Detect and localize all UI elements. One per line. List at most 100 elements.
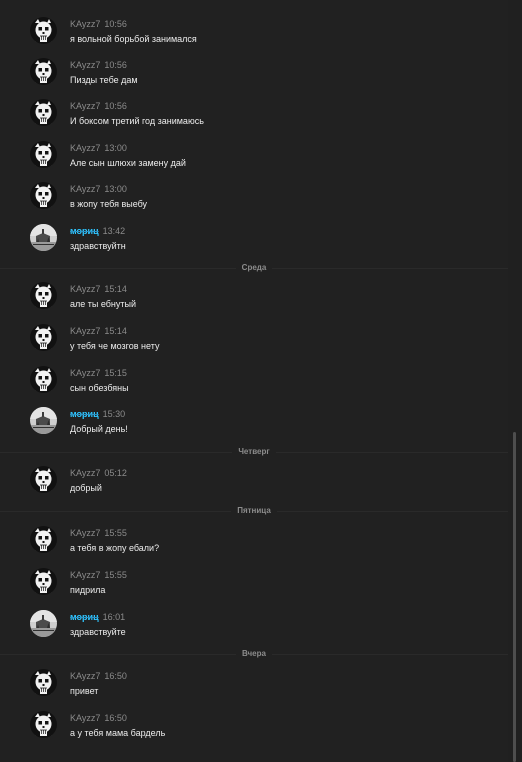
message-time: 13:00	[104, 184, 127, 194]
message-time: 15:15	[104, 368, 127, 378]
skull-avatar-icon[interactable]	[30, 324, 57, 351]
skull-avatar-icon[interactable]	[30, 141, 57, 168]
date-divider-label: Пятница	[0, 505, 508, 517]
message-meta: KAyzz7 15:14	[70, 324, 127, 336]
previous-message-cut-off	[0, 0, 508, 7]
message-text: я вольной борьбой занимался	[70, 34, 197, 44]
message-author[interactable]: KAyzz7	[70, 570, 100, 580]
message-time: 10:56	[104, 101, 127, 111]
message-text: здравствуйтн	[70, 241, 126, 251]
message-text: Добрый день!	[70, 424, 128, 434]
message-meta: KAyzz7 05:12	[70, 466, 127, 478]
message-text: здравствуйте	[70, 627, 126, 637]
date-divider-text: Четверг	[232, 447, 276, 456]
skull-avatar-icon[interactable]	[30, 466, 57, 493]
skull-avatar-icon[interactable]	[30, 58, 57, 85]
message-text: у тебя че мозгов нету	[70, 341, 160, 351]
message-item[interactable]: KAyzz7 05:12 добрый	[0, 466, 508, 508]
date-divider-text: Среда	[235, 263, 273, 272]
message-time: 16:50	[104, 671, 127, 681]
skull-avatar-icon[interactable]	[30, 182, 57, 209]
message-meta: KAyzz7 15:14	[70, 282, 127, 294]
message-item[interactable]: KAyzz7 15:15 сын обезбяны	[0, 366, 508, 408]
message-item[interactable]: KAyzz7 10:56 И боксом третий год занимаюсь	[0, 99, 508, 141]
message-meta: KAyzz7 13:00	[70, 141, 127, 153]
message-author[interactable]: KAyzz7	[70, 326, 100, 336]
message-item[interactable]: мориц 13:42 здравствуйтн	[0, 224, 508, 266]
message-text: в жопу тебя выебу	[70, 199, 148, 209]
message-text: И боксом третий год занимаюсь	[70, 116, 204, 126]
message-author[interactable]: KAyzz7	[70, 468, 100, 478]
message-author[interactable]: KAyzz7	[70, 713, 100, 723]
skull-avatar-icon[interactable]	[30, 669, 57, 696]
skull-avatar-icon[interactable]	[30, 711, 57, 738]
message-item[interactable]: KAyzz7 13:00 в жопу тебя выебу	[0, 182, 508, 224]
message-time: 10:56	[104, 19, 127, 29]
message-time: 15:30	[102, 409, 126, 419]
message-meta: мориц 15:30	[70, 407, 125, 419]
message-text: але ты ебнутый	[70, 299, 137, 309]
message-text: пидрила	[70, 585, 106, 595]
skull-avatar-icon[interactable]	[30, 526, 57, 553]
message-author[interactable]: KAyzz7	[70, 19, 100, 29]
message-text: добрый	[70, 483, 102, 493]
scrollbar[interactable]	[508, 0, 522, 762]
message-item[interactable]: мориц 16:01 здравствуйте	[0, 610, 508, 652]
message-author[interactable]: KAyzz7	[70, 60, 100, 70]
message-time: 15:55	[104, 570, 127, 580]
message-meta: KAyzz7 13:00	[70, 182, 127, 194]
message-meta: KAyzz7 15:55	[70, 526, 127, 538]
scrollbar-thumb[interactable]	[513, 432, 516, 762]
skull-avatar-icon[interactable]	[30, 366, 57, 393]
message-item[interactable]: KAyzz7 15:14 у тебя че мозгов нету	[0, 324, 508, 366]
message-text: а тебя в жопу ебали?	[70, 543, 160, 553]
message-time: 16:01	[102, 612, 126, 622]
message-author[interactable]: KAyzz7	[70, 184, 100, 194]
message-meta: KAyzz7 10:56	[70, 17, 127, 29]
message-meta: KAyzz7 10:56	[70, 58, 127, 70]
message-item[interactable]: KAyzz7 16:50 привет	[0, 669, 508, 711]
message-author[interactable]: KAyzz7	[70, 368, 100, 378]
message-meta: KAyzz7 15:55	[70, 568, 127, 580]
message-meta: KAyzz7 16:50	[70, 711, 127, 723]
message-author[interactable]: мориц	[70, 612, 99, 622]
skull-avatar-icon[interactable]	[30, 282, 57, 309]
skull-avatar-icon[interactable]	[30, 568, 57, 595]
landscape-avatar-icon[interactable]	[30, 610, 57, 637]
date-divider-label: Четверг	[0, 446, 508, 458]
message-time: 10:56	[104, 60, 127, 70]
message-item[interactable]: KAyzz7 15:55 пидрила	[0, 568, 508, 610]
message-author[interactable]: мориц	[70, 409, 99, 419]
skull-avatar-icon[interactable]	[30, 99, 57, 126]
date-divider-text: Вчера	[236, 649, 272, 658]
message-time: 15:14	[104, 284, 127, 294]
message-author[interactable]: мориц	[70, 226, 99, 236]
message-item[interactable]: мориц 15:30 Добрый день!	[0, 407, 508, 449]
skull-avatar-icon[interactable]	[30, 17, 57, 44]
message-meta: мориц 13:42	[70, 224, 125, 236]
message-item[interactable]: KAyzz7 13:00 Але сын шлюхи замену дай	[0, 141, 508, 183]
message-time: 13:00	[104, 143, 127, 153]
message-author[interactable]: KAyzz7	[70, 671, 100, 681]
message-time: 05:12	[104, 468, 127, 478]
message-author[interactable]: KAyzz7	[70, 101, 100, 111]
message-author[interactable]: KAyzz7	[70, 284, 100, 294]
message-item[interactable]: KAyzz7 10:56 я вольной борьбой занимался	[0, 17, 508, 59]
message-item[interactable]: KAyzz7 10:56 Пизды тебе дам	[0, 58, 508, 100]
message-item[interactable]: KAyzz7 16:50 а у тебя мама бардель	[0, 711, 508, 753]
message-time: 15:14	[104, 326, 127, 336]
message-item[interactable]: KAyzz7 15:55 а тебя в жопу ебали?	[0, 526, 508, 568]
message-meta: мориц 16:01	[70, 610, 125, 622]
chat-message-list[interactable]: KAyzz7 10:56 я вольной борьбой занимался KA…	[0, 0, 522, 762]
landscape-avatar-icon[interactable]	[30, 224, 57, 251]
date-divider-text: Пятница	[231, 506, 277, 515]
message-text: Пизды тебе дам	[70, 75, 138, 85]
message-text: Але сын шлюхи замену дай	[70, 158, 186, 168]
message-author[interactable]: KAyzz7	[70, 528, 100, 538]
message-text: а у тебя мама бардель	[70, 728, 166, 738]
message-item[interactable]: KAyzz7 15:14 але ты ебнутый	[0, 282, 508, 324]
message-author[interactable]: KAyzz7	[70, 143, 100, 153]
message-time: 15:55	[104, 528, 127, 538]
date-divider-label: Вчера	[0, 648, 508, 660]
landscape-avatar-icon[interactable]	[30, 407, 57, 434]
